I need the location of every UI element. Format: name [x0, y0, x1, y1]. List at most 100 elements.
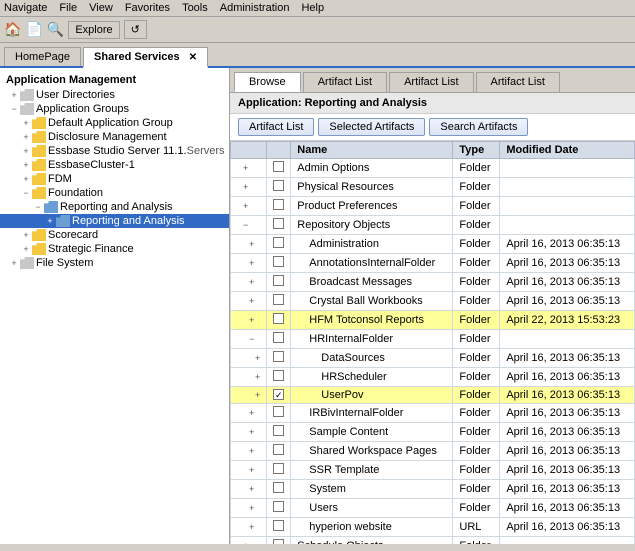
tree-item-reporting-analysis-parent[interactable]: − Reporting and Analysis — [0, 200, 229, 214]
row-check[interactable] — [267, 442, 291, 461]
sub-tab-artifact-list-3[interactable]: Artifact List — [476, 72, 560, 92]
selected-artifacts-button[interactable]: Selected Artifacts — [318, 118, 425, 136]
menu-navigate[interactable]: Navigate — [4, 2, 47, 14]
row-check[interactable] — [267, 423, 291, 442]
expand-icon: + — [20, 229, 32, 241]
row-check[interactable] — [267, 499, 291, 518]
tree-item-foundation[interactable]: − Foundation — [0, 186, 229, 200]
row-name[interactable]: AnnotationsInternalFolder — [291, 254, 453, 273]
search-artifacts-button[interactable]: Search Artifacts — [429, 118, 528, 136]
tree-item-strategic-finance[interactable]: + Strategic Finance — [0, 242, 229, 256]
tree-item-default-app-group[interactable]: + Default Application Group — [0, 116, 229, 130]
sub-tab-browse[interactable]: Browse — [234, 72, 301, 92]
row-name[interactable]: HRScheduler — [291, 368, 453, 387]
row-check[interactable] — [267, 461, 291, 480]
menu-administration[interactable]: Administration — [220, 2, 290, 14]
row-check[interactable] — [267, 197, 291, 216]
row-expand[interactable]: + — [231, 349, 267, 368]
check-box — [273, 332, 284, 343]
check-box — [273, 406, 284, 417]
row-expand[interactable]: + — [231, 178, 267, 197]
row-check[interactable]: ✓ — [267, 387, 291, 404]
row-check[interactable] — [267, 349, 291, 368]
tree-item-disclosure-management[interactable]: + Disclosure Management — [0, 130, 229, 144]
row-name[interactable]: Repository Objects — [291, 216, 453, 235]
row-expand[interactable]: + — [231, 442, 267, 461]
tree-item-essbase-cluster[interactable]: + EssbaseCluster-1 — [0, 158, 229, 172]
row-check[interactable] — [267, 292, 291, 311]
row-check[interactable] — [267, 216, 291, 235]
row-expand[interactable]: + — [231, 311, 267, 330]
row-type: Folder — [453, 349, 500, 368]
row-check[interactable] — [267, 368, 291, 387]
row-expand[interactable]: + — [231, 197, 267, 216]
tree-item-application-groups[interactable]: − Application Groups — [0, 102, 229, 116]
row-expand[interactable]: + — [231, 404, 267, 423]
row-expand[interactable]: − — [231, 330, 267, 349]
row-name[interactable]: Schedule Objects — [291, 537, 453, 545]
row-name[interactable]: Crystal Ball Workbooks — [291, 292, 453, 311]
row-check[interactable] — [267, 159, 291, 178]
row-expand[interactable]: + — [231, 518, 267, 537]
row-name[interactable]: Physical Resources — [291, 178, 453, 197]
row-name[interactable]: HRInternalFolder — [291, 330, 453, 349]
menu-tools[interactable]: Tools — [182, 2, 208, 14]
tree-item-essbase-studio[interactable]: + Essbase Studio Server 11.1. Servers — [0, 144, 229, 158]
row-name[interactable]: Product Preferences — [291, 197, 453, 216]
tree-item-scorecard[interactable]: + Scorecard — [0, 228, 229, 242]
sub-tab-artifact-list-2[interactable]: Artifact List — [389, 72, 473, 92]
row-check[interactable] — [267, 480, 291, 499]
row-expand[interactable]: + — [231, 159, 267, 178]
sub-tab-artifact-list-1[interactable]: Artifact List — [303, 72, 387, 92]
row-name[interactable]: hyperion website — [291, 518, 453, 537]
row-name[interactable]: Shared Workspace Pages — [291, 442, 453, 461]
explore-button[interactable]: Explore — [68, 21, 119, 39]
row-check[interactable] — [267, 518, 291, 537]
tab-homepage[interactable]: HomePage — [4, 47, 81, 66]
row-expand[interactable]: + — [231, 423, 267, 442]
row-name[interactable]: Admin Options — [291, 159, 453, 178]
row-expand[interactable]: + — [231, 235, 267, 254]
row-type: Folder — [453, 235, 500, 254]
row-name[interactable]: UserPov — [291, 387, 453, 404]
row-expand[interactable]: + — [231, 292, 267, 311]
menu-favorites[interactable]: Favorites — [125, 2, 170, 14]
row-check[interactable] — [267, 273, 291, 292]
row-expand[interactable]: + — [231, 499, 267, 518]
row-name[interactable]: SSR Template — [291, 461, 453, 480]
row-expand[interactable]: + — [231, 254, 267, 273]
row-expand[interactable]: + — [231, 273, 267, 292]
row-expand[interactable]: + — [231, 387, 267, 404]
tree-item-reporting-analysis-child[interactable]: + Reporting and Analysis — [0, 214, 229, 228]
row-name[interactable]: Users — [291, 499, 453, 518]
row-name[interactable]: Administration — [291, 235, 453, 254]
row-name[interactable]: System — [291, 480, 453, 499]
row-expand[interactable]: + — [231, 480, 267, 499]
tab-shared-services[interactable]: Shared Services ✕ — [83, 47, 208, 68]
row-check[interactable] — [267, 178, 291, 197]
row-expand[interactable]: + — [231, 537, 267, 545]
tree-item-file-system[interactable]: + File System — [0, 256, 229, 270]
row-expand[interactable]: + — [231, 461, 267, 480]
artifact-list-button[interactable]: Artifact List — [238, 118, 314, 136]
tree-item-user-directories[interactable]: + User Directories — [0, 88, 229, 102]
row-expand[interactable]: − — [231, 216, 267, 235]
row-check[interactable] — [267, 404, 291, 423]
row-name[interactable]: HFM Totconsol Reports — [291, 311, 453, 330]
row-check[interactable] — [267, 537, 291, 545]
row-check[interactable] — [267, 330, 291, 349]
back-button[interactable]: ↺ — [124, 20, 147, 39]
menu-file[interactable]: File — [59, 2, 77, 14]
row-name[interactable]: IRBivInternalFolder — [291, 404, 453, 423]
row-name[interactable]: Sample Content — [291, 423, 453, 442]
row-name[interactable]: Broadcast Messages — [291, 273, 453, 292]
tree-item-fdm[interactable]: + FDM — [0, 172, 229, 186]
menu-help[interactable]: Help — [301, 2, 324, 14]
row-name[interactable]: DataSources — [291, 349, 453, 368]
row-check[interactable] — [267, 311, 291, 330]
row-expand[interactable]: + — [231, 368, 267, 387]
menu-view[interactable]: View — [89, 2, 113, 14]
row-check[interactable] — [267, 254, 291, 273]
tab-close-icon[interactable]: ✕ — [189, 52, 197, 63]
row-check[interactable] — [267, 235, 291, 254]
